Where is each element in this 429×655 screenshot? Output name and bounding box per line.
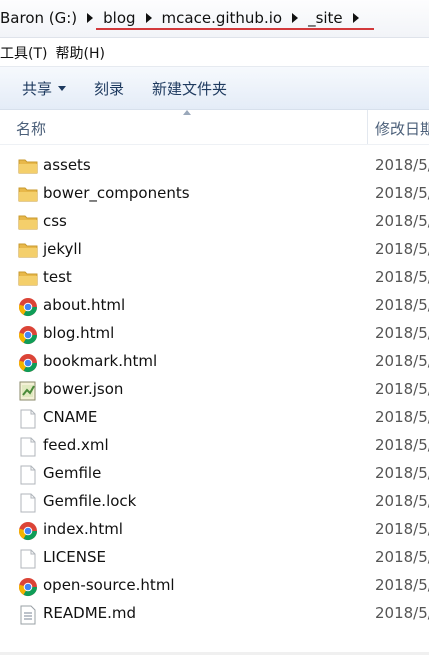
file-name: bookmark.html xyxy=(43,352,158,370)
file-row[interactable]: bower.json 2018/5/ xyxy=(0,376,429,404)
menu-bar: 工具(T) 帮助(H) xyxy=(0,40,429,67)
column-header: 名称 修改日期 xyxy=(0,110,429,145)
file-name: about.html xyxy=(43,296,126,314)
folder-icon xyxy=(18,213,38,231)
folder-icon xyxy=(18,269,38,287)
text-file-icon xyxy=(18,605,38,625)
file-date: 2018/5/ xyxy=(375,548,429,566)
file-name: Gemfile.lock xyxy=(43,492,137,510)
file-date: 2018/5/ xyxy=(375,380,429,398)
file-row[interactable]: bower_components 2018/5/ xyxy=(0,180,429,208)
file-row[interactable]: LICENSE 2018/5/ xyxy=(0,544,429,572)
file-date: 2018/5/ xyxy=(375,212,429,230)
share-button[interactable]: 共享 xyxy=(0,73,80,103)
breadcrumb: Baron (G:) blog mcace.github.io _site xyxy=(0,7,429,29)
blank-file-icon xyxy=(18,493,38,513)
file-date: 2018/5/ xyxy=(375,520,429,538)
chevron-right-icon[interactable] xyxy=(352,13,359,23)
blank-file-icon xyxy=(18,409,38,429)
chrome-icon xyxy=(18,325,38,345)
crumb-site[interactable]: _site xyxy=(304,9,347,27)
column-divider[interactable] xyxy=(367,110,368,144)
red-annotation-underline xyxy=(96,28,374,30)
file-date: 2018/5/ xyxy=(375,492,429,510)
file-name: feed.xml xyxy=(43,436,109,454)
file-name: Gemfile xyxy=(43,464,102,482)
file-name: test xyxy=(43,268,72,286)
new-folder-label: 新建文件夹 xyxy=(152,79,228,98)
burn-label: 刻录 xyxy=(94,79,125,98)
crumb-repo[interactable]: mcace.github.io xyxy=(158,9,287,27)
chrome-icon xyxy=(18,297,38,317)
file-date: 2018/5/ xyxy=(375,436,429,454)
column-name-header[interactable]: 名称 xyxy=(16,118,46,139)
blank-file-icon xyxy=(18,437,38,457)
menu-tools[interactable]: 工具(T) xyxy=(0,43,55,63)
file-row[interactable]: CNAME 2018/5/ xyxy=(0,404,429,432)
file-name: assets xyxy=(43,156,91,174)
file-row[interactable]: Gemfile.lock 2018/5/ xyxy=(0,488,429,516)
caret-down-icon xyxy=(58,85,67,91)
file-row[interactable]: blog.html 2018/5/ xyxy=(0,320,429,348)
file-row[interactable]: bookmark.html 2018/5/ xyxy=(0,348,429,376)
address-bar[interactable]: Baron (G:) blog mcace.github.io _site xyxy=(0,0,429,38)
file-row[interactable]: Gemfile 2018/5/ xyxy=(0,460,429,488)
file-row[interactable]: about.html 2018/5/ xyxy=(0,292,429,320)
file-date: 2018/5/ xyxy=(375,604,429,622)
menu-help[interactable]: 帮助(H) xyxy=(55,43,112,63)
file-date: 2018/5/ xyxy=(375,156,429,174)
file-date: 2018/5/ xyxy=(375,408,429,426)
file-date: 2018/5/ xyxy=(375,184,429,202)
sort-caret-icon xyxy=(183,110,191,115)
file-row[interactable]: css 2018/5/ xyxy=(0,208,429,236)
file-date: 2018/5/ xyxy=(375,324,429,342)
column-date-header[interactable]: 修改日期 xyxy=(375,118,429,139)
file-name: README.md xyxy=(43,604,137,622)
command-toolbar: 共享 刻录 新建文件夹 xyxy=(0,67,429,110)
file-row[interactable]: test 2018/5/ xyxy=(0,264,429,292)
chevron-right-icon[interactable] xyxy=(292,13,299,23)
share-label: 共享 xyxy=(22,79,53,98)
file-name: bower.json xyxy=(43,380,124,398)
file-name: index.html xyxy=(43,520,123,538)
folder-icon xyxy=(18,185,38,203)
file-name: jekyll xyxy=(43,240,82,258)
burn-button[interactable]: 刻录 xyxy=(80,73,138,103)
file-date: 2018/5/ xyxy=(375,296,429,314)
chevron-right-icon[interactable] xyxy=(87,13,94,23)
chrome-icon xyxy=(18,577,38,597)
chevron-right-icon[interactable] xyxy=(145,13,152,23)
chrome-icon xyxy=(18,353,38,373)
file-row[interactable]: jekyll 2018/5/ xyxy=(0,236,429,264)
crumb-drive[interactable]: Baron (G:) xyxy=(0,9,81,27)
file-name: css xyxy=(43,212,67,230)
file-name: blog.html xyxy=(43,324,115,342)
file-name: open-source.html xyxy=(43,576,175,594)
file-row[interactable]: assets 2018/5/ xyxy=(0,152,429,180)
file-date: 2018/5/ xyxy=(375,464,429,482)
blank-file-icon xyxy=(18,465,38,485)
file-row[interactable]: feed.xml 2018/5/ xyxy=(0,432,429,460)
json-file-icon xyxy=(18,381,38,401)
file-date: 2018/5/ xyxy=(375,240,429,258)
file-date: 2018/5/ xyxy=(375,576,429,594)
new-folder-button[interactable]: 新建文件夹 xyxy=(138,73,241,103)
file-row[interactable]: README.md 2018/5/ xyxy=(0,600,429,628)
folder-icon xyxy=(18,241,38,259)
crumb-blog[interactable]: blog xyxy=(99,9,139,27)
blank-file-icon xyxy=(18,549,38,569)
folder-icon xyxy=(18,157,38,175)
file-row[interactable]: open-source.html 2018/5/ xyxy=(0,572,429,600)
file-name: bower_components xyxy=(43,184,190,202)
file-date: 2018/5/ xyxy=(375,352,429,370)
file-date: 2018/5/ xyxy=(375,268,429,286)
chrome-icon xyxy=(18,521,38,541)
file-row[interactable]: index.html 2018/5/ xyxy=(0,516,429,544)
file-list: assets 2018/5/bower_components 2018/5/css 2… xyxy=(0,152,429,628)
file-name: LICENSE xyxy=(43,548,106,566)
file-name: CNAME xyxy=(43,408,98,426)
